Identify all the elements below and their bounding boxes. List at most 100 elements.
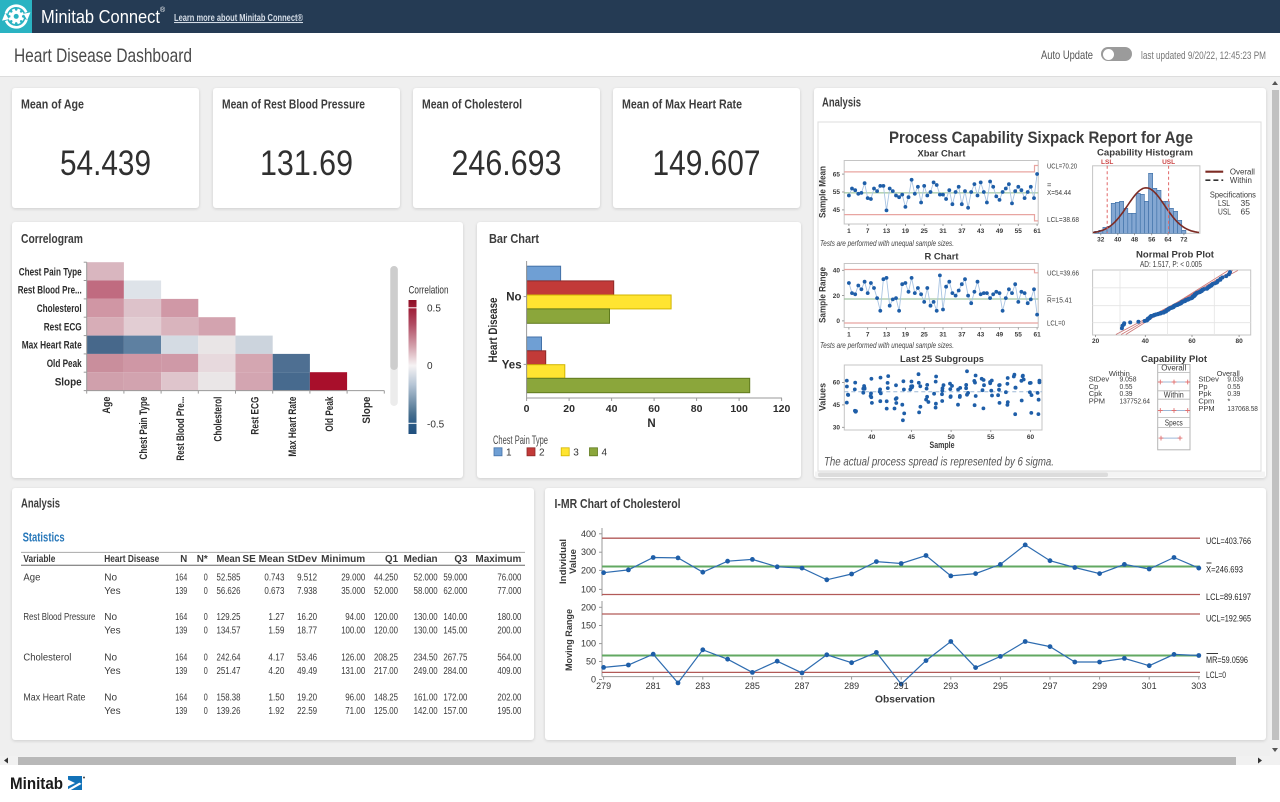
svg-text:130.00: 130.00 <box>414 612 438 623</box>
svg-text:Minitab: Minitab <box>10 774 63 793</box>
svg-text:Yes: Yes <box>502 359 522 371</box>
svg-text:1.27: 1.27 <box>268 612 284 623</box>
svg-text:7.938: 7.938 <box>297 586 317 597</box>
svg-text:0: 0 <box>204 693 208 704</box>
svg-text:54.439: 54.439 <box>60 144 151 183</box>
svg-text:139: 139 <box>175 586 187 597</box>
svg-text:Mean of Age: Mean of Age <box>21 98 84 112</box>
svg-text:Cholesterol: Cholesterol <box>212 397 224 442</box>
svg-text:59.000: 59.000 <box>443 573 467 584</box>
svg-text:45: 45 <box>908 434 916 441</box>
svg-text:164: 164 <box>175 612 187 623</box>
svg-text:129.25: 129.25 <box>217 612 241 623</box>
svg-text:Overall: Overall <box>1161 364 1186 373</box>
svg-text:303: 303 <box>1191 681 1206 691</box>
svg-text:0.743: 0.743 <box>264 573 284 584</box>
svg-text:13: 13 <box>883 228 891 235</box>
svg-text:65: 65 <box>1241 207 1251 217</box>
svg-text:Slope: Slope <box>361 397 373 424</box>
svg-text:7: 7 <box>866 332 870 339</box>
svg-text:LCL=0: LCL=0 <box>1206 670 1226 681</box>
svg-text:120: 120 <box>773 403 791 415</box>
svg-text:Max Heart Rate: Max Heart Rate <box>23 693 85 704</box>
svg-text:Yes: Yes <box>104 586 120 597</box>
svg-text:142.00: 142.00 <box>414 706 438 717</box>
svg-text:52.000: 52.000 <box>414 573 438 584</box>
svg-text:31: 31 <box>939 332 947 339</box>
svg-text:131.00: 131.00 <box>341 666 365 677</box>
svg-text:295: 295 <box>993 681 1008 691</box>
svg-text:LCL=38.68: LCL=38.68 <box>1047 215 1079 224</box>
svg-text:284.00: 284.00 <box>443 666 467 677</box>
svg-text:64: 64 <box>1164 237 1172 244</box>
svg-text:0: 0 <box>204 666 208 677</box>
svg-text:60: 60 <box>833 380 841 387</box>
svg-text:19: 19 <box>902 332 910 339</box>
svg-text:UCL=403.766: UCL=403.766 <box>1206 536 1251 547</box>
svg-text:48: 48 <box>1131 237 1139 244</box>
svg-text:Q1: Q1 <box>385 554 398 565</box>
svg-text:13: 13 <box>883 332 891 339</box>
svg-text:Yes: Yes <box>104 626 120 637</box>
svg-text:N: N <box>180 554 187 565</box>
svg-text:UCL=192.965: UCL=192.965 <box>1206 614 1251 625</box>
svg-text:164: 164 <box>175 573 187 584</box>
svg-text:65: 65 <box>833 171 841 178</box>
svg-text:Within: Within <box>1164 390 1184 399</box>
svg-text:0: 0 <box>204 586 208 597</box>
svg-text:208.25: 208.25 <box>374 653 398 664</box>
svg-text:X=246.693: X=246.693 <box>1206 565 1243 576</box>
svg-text:100: 100 <box>581 639 596 649</box>
svg-text:140.00: 140.00 <box>443 612 467 623</box>
svg-text:1: 1 <box>847 332 851 339</box>
svg-text:Yes: Yes <box>104 706 120 717</box>
svg-text:60: 60 <box>1188 338 1196 345</box>
svg-text:40: 40 <box>833 268 841 275</box>
svg-text:44.250: 44.250 <box>374 573 398 584</box>
svg-text:USL: USL <box>1218 207 1231 217</box>
svg-text:37: 37 <box>958 228 966 235</box>
svg-text:45: 45 <box>833 402 841 409</box>
svg-text:Minitab Connect: Minitab Connect <box>41 7 160 27</box>
svg-text:Age: Age <box>101 397 113 414</box>
svg-text:7: 7 <box>866 228 870 235</box>
svg-text:145.00: 145.00 <box>443 626 467 637</box>
svg-text:291: 291 <box>894 681 909 691</box>
svg-text:Heart Disease Dashboard: Heart Disease Dashboard <box>14 45 192 67</box>
svg-text:Heart Disease: Heart Disease <box>488 298 500 363</box>
svg-text:No: No <box>506 292 521 304</box>
svg-text:100: 100 <box>730 403 748 415</box>
svg-text:281: 281 <box>646 681 661 691</box>
svg-text:180.00: 180.00 <box>497 612 521 623</box>
svg-text:293: 293 <box>943 681 958 691</box>
svg-text:0: 0 <box>524 403 530 415</box>
svg-text:16.20: 16.20 <box>297 612 317 623</box>
svg-text:246.693: 246.693 <box>452 144 562 183</box>
svg-text:134.57: 134.57 <box>217 626 241 637</box>
svg-text:4: 4 <box>602 447 608 458</box>
svg-text:283: 283 <box>695 681 710 691</box>
svg-text:158.38: 158.38 <box>217 693 241 704</box>
svg-text:61: 61 <box>1034 228 1042 235</box>
svg-text:Values: Values <box>818 383 828 411</box>
svg-text:56.626: 56.626 <box>217 586 241 597</box>
svg-text:The actual process spread is r: The actual process spread is represented… <box>824 455 1054 469</box>
svg-text:94.00: 94.00 <box>345 612 365 623</box>
svg-text:49: 49 <box>996 332 1004 339</box>
svg-text:Old Peak: Old Peak <box>47 358 83 370</box>
svg-text:126.00: 126.00 <box>341 653 365 664</box>
svg-text:49: 49 <box>996 228 1004 235</box>
svg-text:No: No <box>104 573 117 584</box>
svg-text:0: 0 <box>836 318 840 325</box>
svg-text:52.585: 52.585 <box>217 573 241 584</box>
svg-text:LSL: LSL <box>1101 159 1113 166</box>
svg-text:Maximum: Maximum <box>475 554 521 565</box>
svg-text:Age: Age <box>23 573 40 584</box>
svg-text:Analysis: Analysis <box>822 96 861 110</box>
svg-text:100: 100 <box>581 584 596 594</box>
svg-text:43: 43 <box>977 332 985 339</box>
svg-text:234.50: 234.50 <box>414 653 438 664</box>
svg-text:25: 25 <box>921 228 929 235</box>
svg-text:56: 56 <box>1148 237 1156 244</box>
svg-text:PPM: PPM <box>1089 397 1105 406</box>
